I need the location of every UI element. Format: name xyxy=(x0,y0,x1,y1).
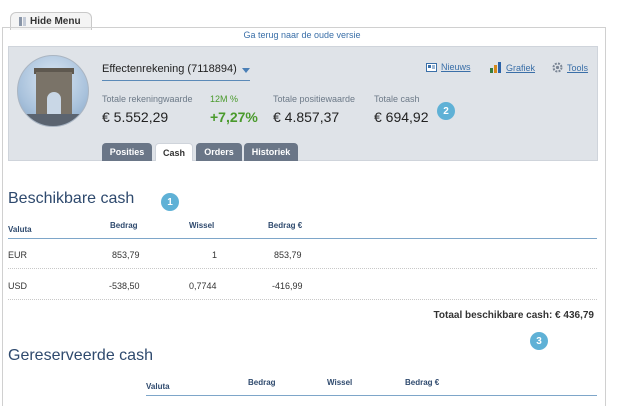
positions-label: Totale positiewaarde xyxy=(273,94,356,104)
cell-amount-eur: -416,99 xyxy=(272,281,303,291)
chevron-down-icon xyxy=(242,68,250,73)
account-summary-panel: Effectenrekening (7118894) Totale rekeni… xyxy=(8,46,598,161)
available-cash-title: Beschikbare cash xyxy=(8,190,135,207)
gear-icon xyxy=(552,62,563,73)
tab-orders[interactable]: Orders xyxy=(196,143,242,161)
cash-value: € 694,92 xyxy=(374,109,429,125)
total-account-label: Totale rekeningwaarde xyxy=(102,94,193,104)
callout-badge-2: 2 xyxy=(437,102,455,120)
col-header-rate: Wissel xyxy=(189,221,215,230)
total-account-value: € 5.552,29 xyxy=(102,109,169,125)
reserved-col-header-amount: Bedrag xyxy=(248,378,276,387)
positions-value: € 4.857,37 xyxy=(273,109,340,125)
cell-currency: EUR xyxy=(8,250,28,260)
available-cash-total: Totaal beschikbare cash: € 436,79 xyxy=(433,310,594,321)
cell-amount-eur: 853,79 xyxy=(274,250,302,260)
col-header-amount-eur: Bedrag € xyxy=(268,221,303,230)
cell-amount: 853,79 xyxy=(112,250,140,260)
news-link[interactable]: Nieuws xyxy=(426,62,471,72)
table-header-rule xyxy=(8,238,597,239)
reserved-col-header-currency: Valuta xyxy=(146,382,170,391)
tools-label: Tools xyxy=(567,62,589,73)
collapse-icon xyxy=(19,17,26,26)
reserved-col-header-rate: Wissel xyxy=(327,378,353,387)
old-version-link[interactable]: Ga terug naar de oude versie xyxy=(0,30,604,40)
col-header-currency: Valuta xyxy=(8,225,32,234)
news-label: Nieuws xyxy=(441,62,471,72)
col-header-amount: Bedrag xyxy=(110,221,138,230)
callout-badge-1: 1 xyxy=(161,193,179,211)
bar-chart-icon xyxy=(490,62,501,73)
chart-label: Grafiek xyxy=(506,62,536,73)
return-value: +7,27% xyxy=(210,109,258,125)
cell-amount: -538,50 xyxy=(109,281,140,291)
cell-rate: 0,7744 xyxy=(189,281,217,291)
cash-label: Totale cash xyxy=(374,94,420,104)
callout-badge-3: 3 xyxy=(530,332,548,350)
reserved-cash-title: Gereserveerde cash xyxy=(8,347,153,364)
cell-currency: USD xyxy=(8,281,28,291)
cell-rate: 1 xyxy=(212,250,218,260)
hide-menu-label: Hide Menu xyxy=(30,16,81,27)
tab-positions[interactable]: Posities xyxy=(102,143,152,161)
tools-link[interactable]: Tools xyxy=(552,62,588,73)
news-icon xyxy=(426,62,437,72)
account-select-value: Effectenrekening (7118894) xyxy=(102,63,237,75)
return-label: 12M % xyxy=(210,94,239,104)
tab-cash[interactable]: Cash xyxy=(155,143,193,161)
tab-history[interactable]: Historiek xyxy=(244,143,298,161)
chart-link[interactable]: Grafiek xyxy=(490,62,535,73)
row-divider xyxy=(8,268,597,269)
row-divider xyxy=(8,299,597,300)
account-select[interactable]: Effectenrekening (7118894) xyxy=(102,63,250,81)
account-avatar xyxy=(17,55,89,127)
reserved-table-header-rule xyxy=(146,395,597,396)
reserved-col-header-amount-eur: Bedrag € xyxy=(405,378,440,387)
